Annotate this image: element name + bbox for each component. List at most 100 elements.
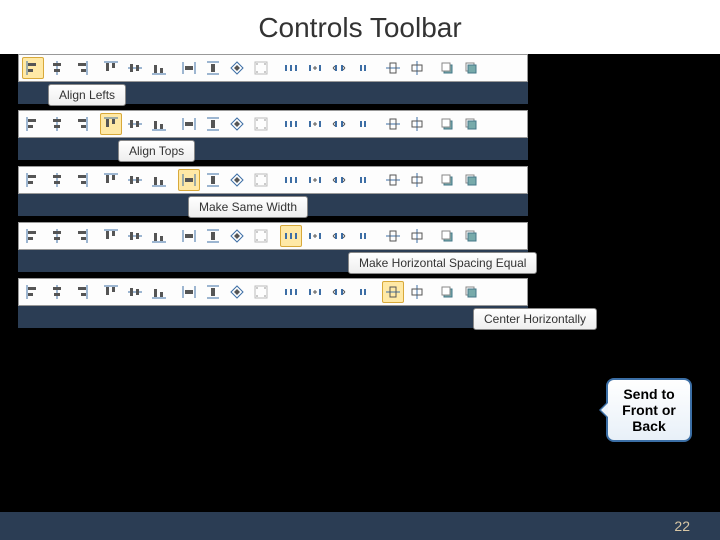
same-height-button[interactable] <box>202 113 224 135</box>
bring-front-button[interactable] <box>436 169 458 191</box>
center-horiz-button[interactable] <box>382 57 404 79</box>
align-centers-button[interactable] <box>46 225 68 247</box>
align-lefts-button[interactable] <box>22 281 44 303</box>
align-bottoms-button[interactable] <box>148 281 170 303</box>
align-lefts-button[interactable] <box>22 57 44 79</box>
align-lefts-button[interactable] <box>22 169 44 191</box>
align-rights-button[interactable] <box>70 57 92 79</box>
hspace-equal-button[interactable] <box>280 57 302 79</box>
align-tops-button[interactable] <box>100 113 122 135</box>
center-vert-button[interactable] <box>406 113 428 135</box>
center-vert-button[interactable] <box>406 225 428 247</box>
size-to-grid-button[interactable] <box>250 113 272 135</box>
align-tops-button[interactable] <box>100 57 122 79</box>
bring-front-button[interactable] <box>436 113 458 135</box>
hspace-remove-button[interactable] <box>352 281 374 303</box>
align-bottoms-button[interactable] <box>148 225 170 247</box>
same-size-button[interactable] <box>226 57 248 79</box>
hspace-dec-button[interactable] <box>328 225 350 247</box>
same-size-button[interactable] <box>226 225 248 247</box>
hspace-dec-button[interactable] <box>328 281 350 303</box>
align-centers-button[interactable] <box>46 57 68 79</box>
hspace-equal-button[interactable] <box>280 169 302 191</box>
same-width-button[interactable] <box>178 57 200 79</box>
align-rights-button[interactable] <box>70 225 92 247</box>
align-bottoms-button[interactable] <box>148 57 170 79</box>
same-width-button[interactable] <box>178 281 200 303</box>
hspace-dec-button[interactable] <box>328 57 350 79</box>
center-horiz-button[interactable] <box>382 113 404 135</box>
same-width-button[interactable] <box>178 225 200 247</box>
hspace-remove-button[interactable] <box>352 57 374 79</box>
hspace-dec-button[interactable] <box>328 169 350 191</box>
hspace-inc-button[interactable] <box>304 225 326 247</box>
hspace-remove-button[interactable] <box>352 113 374 135</box>
same-width-button[interactable] <box>178 113 200 135</box>
center-vert-button[interactable] <box>406 57 428 79</box>
align-centers-button[interactable] <box>46 169 68 191</box>
align-middles-button[interactable] <box>124 113 146 135</box>
align-bottoms-button[interactable] <box>148 113 170 135</box>
align-middles-button[interactable] <box>124 57 146 79</box>
send-back-button[interactable] <box>460 57 482 79</box>
hspace-inc-button[interactable] <box>304 113 326 135</box>
align-tops-button[interactable] <box>100 169 122 191</box>
bring-front-button[interactable] <box>436 281 458 303</box>
same-size-icon <box>229 60 245 76</box>
size-to-grid-button[interactable] <box>250 281 272 303</box>
align-centers-button[interactable] <box>46 281 68 303</box>
controls-toolbar <box>18 110 528 138</box>
same-size-button[interactable] <box>226 281 248 303</box>
align-rights-button[interactable] <box>70 113 92 135</box>
same-height-button[interactable] <box>202 57 224 79</box>
same-width-button[interactable] <box>178 169 200 191</box>
bring-front-button[interactable] <box>436 57 458 79</box>
center-vert-button[interactable] <box>406 281 428 303</box>
hspace-equal-button[interactable] <box>280 225 302 247</box>
size-to-grid-button[interactable] <box>250 57 272 79</box>
size-to-grid-icon <box>253 172 269 188</box>
align-middles-button[interactable] <box>124 281 146 303</box>
size-to-grid-button[interactable] <box>250 169 272 191</box>
same-size-button[interactable] <box>226 169 248 191</box>
align-tops-button[interactable] <box>100 281 122 303</box>
hspace-dec-button[interactable] <box>328 113 350 135</box>
align-middles-button[interactable] <box>124 169 146 191</box>
hspace-inc-button[interactable] <box>304 281 326 303</box>
send-back-button[interactable] <box>460 113 482 135</box>
hspace-inc-icon <box>307 284 323 300</box>
send-back-button[interactable] <box>460 281 482 303</box>
hspace-equal-button[interactable] <box>280 113 302 135</box>
send-back-icon <box>463 228 479 244</box>
size-to-grid-button[interactable] <box>250 225 272 247</box>
hspace-equal-icon <box>283 60 299 76</box>
align-lefts-button[interactable] <box>22 225 44 247</box>
align-rights-button[interactable] <box>70 169 92 191</box>
send-back-button[interactable] <box>460 225 482 247</box>
align-bottoms-button[interactable] <box>148 169 170 191</box>
center-horiz-button[interactable] <box>382 225 404 247</box>
same-size-button[interactable] <box>226 113 248 135</box>
send-back-icon <box>463 116 479 132</box>
same-height-button[interactable] <box>202 225 224 247</box>
align-middles-button[interactable] <box>124 225 146 247</box>
hspace-inc-button[interactable] <box>304 169 326 191</box>
align-centers-button[interactable] <box>46 113 68 135</box>
hspace-equal-button[interactable] <box>280 281 302 303</box>
center-vert-button[interactable] <box>406 169 428 191</box>
align-tops-icon <box>103 60 119 76</box>
align-rights-button[interactable] <box>70 281 92 303</box>
send-back-button[interactable] <box>460 169 482 191</box>
center-horiz-button[interactable] <box>382 169 404 191</box>
align-tops-button[interactable] <box>100 225 122 247</box>
same-height-button[interactable] <box>202 281 224 303</box>
hspace-remove-button[interactable] <box>352 169 374 191</box>
align-lefts-button[interactable] <box>22 113 44 135</box>
hspace-remove-button[interactable] <box>352 225 374 247</box>
bring-front-button[interactable] <box>436 225 458 247</box>
align-bottoms-icon <box>151 172 167 188</box>
same-height-button[interactable] <box>202 169 224 191</box>
hspace-inc-button[interactable] <box>304 57 326 79</box>
center-horiz-button[interactable] <box>382 281 404 303</box>
align-middles-icon <box>127 172 143 188</box>
